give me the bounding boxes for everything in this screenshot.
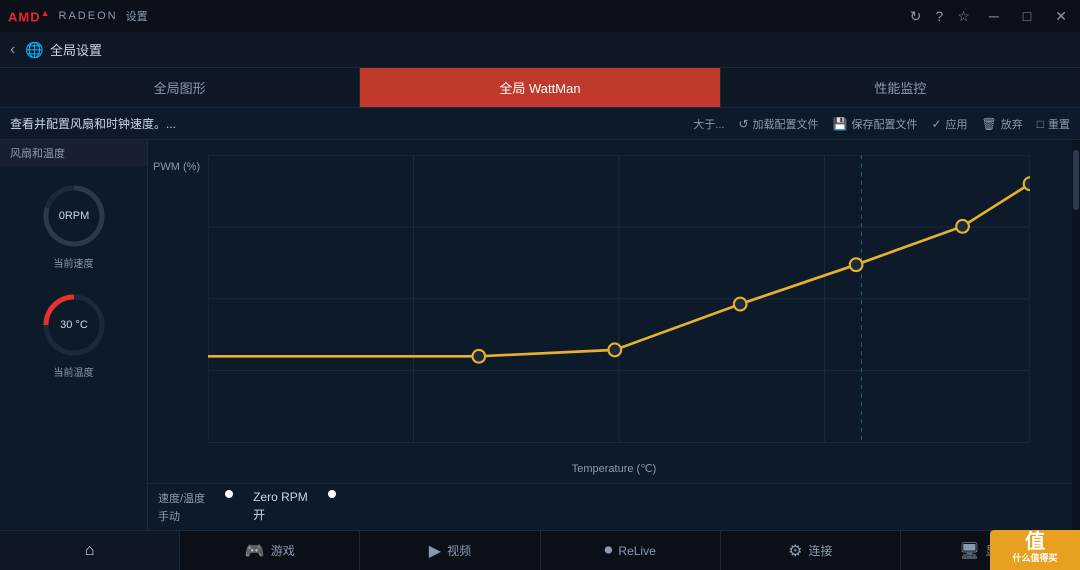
load-config-label: 加载配置文件 bbox=[753, 116, 819, 132]
chart-area: 100 0 0 85 PWM (%) Temperature (℃) bbox=[148, 140, 1080, 483]
tabbar: 全局图形 全局 WattMan 性能监控 bbox=[0, 68, 1080, 108]
main-content: 风扇和温度 0RPM 当前速度 bbox=[0, 140, 1080, 530]
amd-logo: AMD▲ bbox=[8, 8, 51, 24]
zero-rpm-dot-indicator bbox=[328, 490, 336, 498]
rpm-gauge-container: 0RPM 当前速度 bbox=[39, 181, 109, 270]
relive-label: ReLive bbox=[618, 544, 655, 558]
speed-dot-indicator bbox=[225, 490, 233, 498]
fan-temp-header: 风扇和温度 bbox=[0, 140, 147, 166]
star-icon[interactable]: ☆ bbox=[957, 8, 970, 25]
minimize-button[interactable]: ─ bbox=[984, 6, 1004, 26]
gauges: 0RPM 当前速度 30 °C 当前温度 bbox=[0, 166, 147, 530]
settings-text: 设置 bbox=[126, 8, 148, 24]
load-config-button[interactable]: ↺ 加载配置文件 bbox=[738, 116, 818, 132]
temp-gauge-svg: 30 °C bbox=[39, 290, 109, 360]
svg-text:30 °C: 30 °C bbox=[60, 319, 88, 331]
refresh-icon[interactable]: ↻ bbox=[910, 8, 922, 25]
left-panel: 风扇和温度 0RPM 当前速度 bbox=[0, 140, 148, 530]
zero-rpm-val: 开 bbox=[253, 506, 308, 523]
reset-button[interactable]: □ 重置 bbox=[1037, 116, 1070, 132]
nav-home[interactable]: ⌂ bbox=[0, 531, 180, 570]
bottom-nav: ⌂ 🎮 游戏 ▶ 视频 ⏺ ReLive ⚙ 连接 🖥 显示器 bbox=[0, 530, 1080, 570]
watermark-icon: 值 bbox=[1012, 534, 1057, 550]
titlebar-left: AMD▲ RADEON 设置 bbox=[8, 8, 148, 24]
titlebar: AMD▲ RADEON 设置 ↻ ? ☆ ─ □ ✕ bbox=[0, 0, 1080, 32]
nav-title: 全局设置 bbox=[50, 40, 102, 59]
toolbar-right: 大于... ↺ 加载配置文件 💾 保存配置文件 ✓ 应用 🗑 放弃 □ 重置 bbox=[693, 116, 1070, 132]
scrollbar[interactable] bbox=[1072, 140, 1080, 530]
connect-label: 连接 bbox=[808, 542, 832, 559]
about-button[interactable]: 大于... bbox=[693, 116, 724, 132]
video-label: 视频 bbox=[447, 542, 471, 559]
rpm-gauge: 0RPM bbox=[39, 181, 109, 251]
temp-gauge: 30 °C bbox=[39, 290, 109, 360]
temp-gauge-container: 30 °C 当前温度 bbox=[39, 290, 109, 379]
fan-chart: 100 0 0 85 bbox=[208, 155, 1030, 443]
nav-games[interactable]: 🎮 游戏 bbox=[180, 531, 360, 570]
nav-video[interactable]: ▶ 视频 bbox=[360, 531, 540, 570]
reset-label: 重置 bbox=[1048, 116, 1070, 132]
rpm-gauge-svg: 0RPM bbox=[39, 181, 109, 251]
connect-icon: ⚙ bbox=[788, 541, 802, 561]
home-icon: ⌂ bbox=[85, 542, 95, 560]
back-button[interactable]: ‹ bbox=[10, 41, 15, 59]
close-button[interactable]: ✕ bbox=[1050, 6, 1072, 27]
globe-icon: 🌐 bbox=[25, 41, 44, 59]
check-icon: ✓ bbox=[931, 117, 941, 131]
save-config-label: 保存配置文件 bbox=[851, 116, 917, 132]
save-config-button[interactable]: 💾 保存配置文件 bbox=[833, 116, 918, 132]
nav-relive[interactable]: ⏺ ReLive bbox=[541, 531, 721, 570]
speed-dot bbox=[225, 490, 233, 498]
display-icon: 🖥 bbox=[959, 541, 979, 561]
apply-button[interactable]: ✓ 应用 bbox=[931, 116, 967, 132]
discard-button[interactable]: 🗑 放弃 bbox=[982, 116, 1023, 132]
bottom-controls: 速度/温度 手动 Zero RPM 开 功率极限 (%) bbox=[148, 483, 1080, 530]
temp-sublabel: 当前温度 bbox=[54, 364, 94, 379]
load-icon: ↺ bbox=[738, 117, 748, 131]
right-panel: 100 0 0 85 PWM (%) Temperature (℃) 速度/温度… bbox=[148, 140, 1080, 530]
relive-icon: ⏺ bbox=[604, 542, 612, 560]
tab-monitor[interactable]: 性能监控 bbox=[721, 68, 1080, 107]
help-icon[interactable]: ? bbox=[936, 8, 944, 24]
video-icon: ▶ bbox=[429, 541, 441, 561]
speed-zero-rpm-row: 速度/温度 手动 Zero RPM 开 bbox=[148, 484, 1080, 530]
save-icon: 💾 bbox=[833, 117, 848, 131]
tab-wattman[interactable]: 全局 WattMan bbox=[360, 68, 720, 107]
maximize-button[interactable]: □ bbox=[1018, 6, 1036, 26]
reset-icon: □ bbox=[1037, 117, 1044, 131]
games-label: 游戏 bbox=[271, 542, 295, 559]
zero-rpm-dot bbox=[328, 490, 336, 498]
watermark-subtitle: 什么值得买 bbox=[1012, 550, 1057, 566]
titlebar-right: ↻ ? ☆ ─ □ ✕ bbox=[910, 6, 1072, 27]
speed-sublabel: 手动 bbox=[158, 508, 205, 524]
y-axis-label: PWM (%) bbox=[153, 160, 200, 174]
tab-overview[interactable]: 全局图形 bbox=[0, 68, 360, 107]
discard-label: 放弃 bbox=[1001, 116, 1023, 132]
zero-rpm-label: Zero RPM bbox=[253, 490, 308, 504]
toolbar-info-text: 查看并配置风扇和时钟速度。... bbox=[10, 115, 176, 132]
games-icon: 🎮 bbox=[245, 541, 265, 561]
toolbar: 查看并配置风扇和时钟速度。... 大于... ↺ 加载配置文件 💾 保存配置文件… bbox=[0, 108, 1080, 140]
rpm-sublabel: 当前速度 bbox=[54, 255, 94, 270]
apply-label: 应用 bbox=[946, 116, 968, 132]
watermark: 值 什么值得买 bbox=[990, 530, 1080, 570]
nav-connect[interactable]: ⚙ 连接 bbox=[721, 531, 901, 570]
x-axis-label: Temperature (℃) bbox=[572, 462, 657, 475]
navbar: ‹ 🌐 全局设置 bbox=[0, 32, 1080, 68]
about-label: 大于... bbox=[693, 116, 724, 132]
radeon-text: RADEON bbox=[59, 10, 118, 22]
watermark-text: 值 什么值得买 bbox=[1012, 534, 1057, 566]
zero-rpm-group: Zero RPM 开 bbox=[253, 490, 308, 523]
scrollbar-thumb[interactable] bbox=[1073, 150, 1079, 210]
discard-icon: 🗑 bbox=[982, 117, 997, 131]
svg-text:0RPM: 0RPM bbox=[58, 210, 89, 222]
speed-label: 速度/温度 bbox=[158, 490, 205, 506]
speed-group: 速度/温度 手动 bbox=[158, 490, 205, 524]
